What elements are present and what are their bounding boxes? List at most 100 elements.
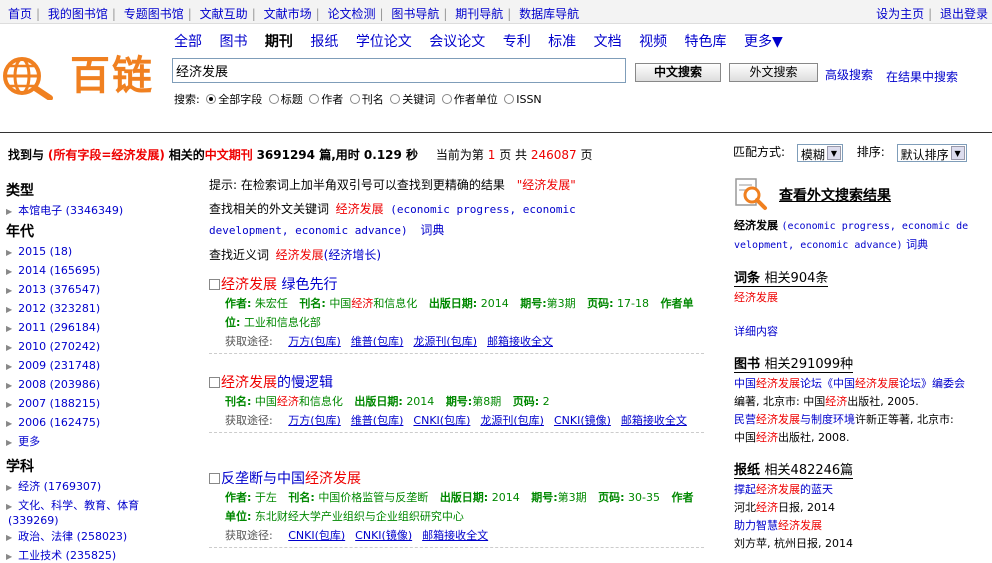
- tab-patents[interactable]: 专利: [503, 34, 531, 50]
- foreign-results-box[interactable]: 查看外文搜索结果: [734, 177, 990, 213]
- dictionary-link[interactable]: 词典: [420, 223, 444, 237]
- radio-author[interactable]: [309, 94, 320, 104]
- tab-all[interactable]: 全部: [174, 34, 202, 50]
- access-link[interactable]: CNKI(镜像): [355, 529, 412, 542]
- result-title[interactable]: 反垄断与中国经济发展: [209, 468, 704, 488]
- newspaper-item[interactable]: 助力智慧经济发展 刘方苹, 杭州日报, 2014: [734, 517, 990, 553]
- radio-journal[interactable]: [349, 94, 360, 104]
- facet-item[interactable]: ▶ 政治、法律 (258023): [6, 530, 196, 545]
- sort-select[interactable]: 默认排序 ▼: [896, 143, 967, 162]
- access-link[interactable]: 万方(包库): [288, 414, 341, 427]
- result-checkbox[interactable]: [209, 377, 220, 388]
- site-logo[interactable]: 百链: [0, 52, 160, 101]
- facet-item[interactable]: ▶ 2015 (18): [6, 245, 196, 260]
- tab-newspapers[interactable]: 报纸: [310, 34, 338, 50]
- facet-item[interactable]: ▶ 2012 (323281): [6, 302, 196, 317]
- facet-item[interactable]: ▶ 2006 (162475): [6, 416, 196, 431]
- facet-item[interactable]: ▶ 工业技术 (235825): [6, 549, 196, 563]
- facet-item[interactable]: ▶ 文化、科学、教育、体育 (339269): [6, 499, 196, 528]
- chinese-search-button[interactable]: 中文搜索: [635, 63, 721, 82]
- facet-item[interactable]: ▶ 2014 (165695): [6, 264, 196, 279]
- triangle-icon: ▶: [6, 324, 13, 333]
- logout-link[interactable]: 退出登录: [940, 7, 988, 21]
- detail-link[interactable]: 详细内容: [734, 323, 990, 341]
- triangle-icon: ▶: [6, 305, 13, 314]
- facet-item[interactable]: ▶ 2010 (270242): [6, 340, 196, 355]
- radio-all-fields[interactable]: [206, 94, 217, 104]
- advanced-search-link[interactable]: 高级搜索: [825, 66, 873, 83]
- email-fulltext-link[interactable]: 邮箱接收全文: [487, 335, 553, 348]
- book-item[interactable]: 民营经济发展与制度环境许新正等著, 北京市: 中国经济出版社, 2008.: [734, 411, 990, 447]
- access-link[interactable]: 万方(包库): [288, 335, 341, 348]
- top-link-book-nav[interactable]: 图书导航: [391, 7, 439, 21]
- email-fulltext-link[interactable]: 邮箱接收全文: [422, 529, 488, 542]
- top-link-paper-check[interactable]: 论文检测: [327, 7, 375, 21]
- set-homepage-link[interactable]: 设为主页: [876, 7, 924, 21]
- top-link-doc-help[interactable]: 文献互助: [200, 7, 248, 21]
- related-keyword: 经济发展: [335, 202, 384, 216]
- access-link[interactable]: 维普(包库): [351, 335, 404, 348]
- books-heading[interactable]: 图书 相关291099种: [734, 353, 854, 373]
- access-link[interactable]: 龙源刊(包库): [480, 414, 544, 427]
- email-fulltext-link[interactable]: 邮箱接收全文: [621, 414, 687, 427]
- related-translation[interactable]: (economic progress, economic: [390, 203, 575, 216]
- search-input[interactable]: [172, 58, 626, 83]
- facet-label: 2009 (231748): [18, 359, 101, 372]
- search-within-link[interactable]: 在结果中搜索: [886, 68, 958, 85]
- tab-documents[interactable]: 文档: [594, 34, 622, 50]
- tip-text: 提示: 在检索词上加半角双引号可以查找到更精确的结果: [209, 178, 505, 192]
- tab-journals[interactable]: 期刊: [265, 34, 293, 50]
- tab-theses[interactable]: 学位论文: [356, 34, 412, 50]
- newspapers-heading[interactable]: 报纸 相关482246篇: [734, 459, 854, 479]
- dictionary-link[interactable]: 词典: [906, 238, 928, 251]
- top-link-journal-nav[interactable]: 期刊导航: [455, 7, 503, 21]
- match-select[interactable]: 模糊 ▼: [796, 143, 843, 162]
- radio-issn[interactable]: [504, 94, 515, 104]
- facet-item[interactable]: ▶ 2007 (188215): [6, 397, 196, 412]
- tab-conference[interactable]: 会议论文: [429, 34, 485, 50]
- radio-org[interactable]: [441, 94, 452, 104]
- access-link[interactable]: 龙源刊(包库): [413, 335, 477, 348]
- tab-videos[interactable]: 视频: [639, 34, 667, 50]
- related-translation[interactable]: development, economic advance): [209, 224, 408, 237]
- facet-item[interactable]: ▶ 2009 (231748): [6, 359, 196, 374]
- facet-item[interactable]: ▶ 2013 (376547): [6, 283, 196, 298]
- top-link-db-nav[interactable]: 数据库导航: [519, 7, 579, 21]
- tab-more[interactable]: 更多▼: [744, 34, 783, 50]
- book-item[interactable]: 中国经济发展论坛《中国经济发展论坛》编委会 编著, 北京市: 中国经济出版社, …: [734, 375, 990, 411]
- summary-type: 中文期刊: [204, 148, 253, 162]
- access-link[interactable]: CNKI(镜像): [554, 414, 611, 427]
- top-link-doc-market[interactable]: 文献市场: [264, 7, 312, 21]
- foreign-translation[interactable]: (economic progress, economic de: [782, 221, 969, 232]
- entry-item[interactable]: 经济发展: [734, 289, 990, 307]
- result-checkbox[interactable]: [209, 473, 220, 484]
- foreign-results-link[interactable]: 查看外文搜索结果: [779, 185, 891, 205]
- result-title[interactable]: 经济发展 绿色先行: [209, 274, 704, 294]
- access-link[interactable]: CNKI(包库): [413, 414, 470, 427]
- synonym-link[interactable]: (经济增长): [324, 248, 381, 262]
- facet-item[interactable]: ▶ 2008 (203986): [6, 378, 196, 393]
- radio-title[interactable]: [268, 94, 279, 104]
- facet-more[interactable]: ▶ 更多: [6, 435, 196, 450]
- access-link[interactable]: 维普(包库): [351, 414, 404, 427]
- top-link-topic-library[interactable]: 专题图书馆: [124, 7, 184, 21]
- sort-label: 排序:: [856, 145, 885, 159]
- foreign-search-button[interactable]: 外文搜索: [729, 63, 818, 82]
- tab-books[interactable]: 图书: [219, 34, 247, 50]
- access-link[interactable]: CNKI(包库): [288, 529, 345, 542]
- newspaper-item[interactable]: 撑起经济发展的蓝天 河北经济日报, 2014: [734, 481, 990, 517]
- facet-item[interactable]: ▶ 本馆电子 (3346349): [6, 204, 196, 219]
- radio-keyword[interactable]: [390, 94, 401, 104]
- result-checkbox[interactable]: [209, 279, 220, 290]
- top-link-my-library[interactable]: 我的图书馆: [48, 7, 108, 21]
- tab-special[interactable]: 特色库: [685, 34, 727, 50]
- foreign-translation[interactable]: velopment, economic advance): [734, 240, 903, 251]
- synonym-keyword[interactable]: 经济发展: [276, 248, 324, 262]
- top-link-home[interactable]: 首页: [8, 7, 32, 21]
- result-title[interactable]: 经济发展的慢逻辑: [209, 372, 704, 392]
- right-panel: 查看外文搜索结果 经济发展 (economic progress, econom…: [734, 177, 990, 553]
- facet-item[interactable]: ▶ 2011 (296184): [6, 321, 196, 336]
- facet-item[interactable]: ▶ 经济 (1769307): [6, 480, 196, 495]
- entries-heading[interactable]: 词条 相关904条: [734, 267, 829, 287]
- tab-standards[interactable]: 标准: [548, 34, 576, 50]
